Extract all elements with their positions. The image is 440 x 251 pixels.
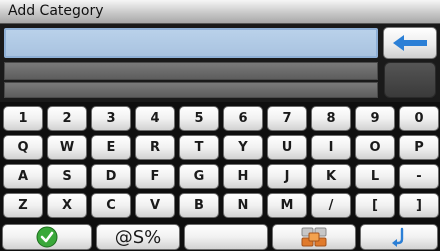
- key-label: [: [372, 198, 378, 213]
- keyboard: @S% 1 2 3 4 5 6 7 8 9 0 Q W E R T Y U I O P A S D F G H J K L - Z X C V B N…: [0, 102, 440, 251]
- key-label: F: [150, 169, 160, 184]
- key-label: S: [62, 169, 72, 184]
- key-row3[interactable]: S: [47, 164, 87, 189]
- key-label: C: [106, 198, 116, 213]
- key-label: B: [194, 198, 204, 213]
- key-label: 8: [326, 111, 336, 126]
- layout-key[interactable]: [272, 224, 356, 250]
- key-row1[interactable]: 2: [47, 106, 87, 131]
- key-label: R: [149, 140, 160, 155]
- checkmark-icon: [36, 226, 58, 248]
- key-label: V: [149, 198, 161, 213]
- key-row1[interactable]: 7: [267, 106, 307, 131]
- arrow-left-icon: [393, 35, 427, 51]
- return-key[interactable]: [360, 224, 438, 250]
- key-row3[interactable]: K: [311, 164, 351, 189]
- key-row3[interactable]: D: [91, 164, 131, 189]
- keyboard-layout-icon: [301, 227, 327, 247]
- title-bar: Add Category: [0, 0, 440, 24]
- key-row4[interactable]: C: [91, 193, 131, 218]
- key-row4[interactable]: X: [47, 193, 87, 218]
- key-row2[interactable]: Y: [223, 135, 263, 160]
- key-row4[interactable]: V: [135, 193, 175, 218]
- key-label: A: [17, 169, 29, 184]
- key-row2[interactable]: E: [91, 135, 131, 160]
- key-label: I: [328, 140, 334, 155]
- key-label: 3: [106, 111, 116, 126]
- key-label: E: [106, 140, 116, 155]
- key-row4[interactable]: /: [311, 193, 351, 218]
- key-row2[interactable]: P: [399, 135, 439, 160]
- key-label: Y: [238, 140, 248, 155]
- key-row4[interactable]: Z: [3, 193, 43, 218]
- key-label: D: [105, 169, 117, 184]
- key-row3[interactable]: -: [399, 164, 439, 189]
- key-row1[interactable]: 5: [179, 106, 219, 131]
- key-row4[interactable]: ]: [399, 193, 439, 218]
- key-row1[interactable]: 9: [355, 106, 395, 131]
- category-name-input[interactable]: [4, 28, 378, 58]
- key-label: 6: [238, 111, 248, 126]
- key-label: Z: [18, 198, 28, 213]
- key-label: T: [194, 140, 204, 155]
- key-row4[interactable]: N: [223, 193, 263, 218]
- key-row4[interactable]: M: [267, 193, 307, 218]
- key-label: N: [237, 198, 249, 213]
- space-key[interactable]: [184, 224, 268, 250]
- key-label: J: [284, 169, 290, 184]
- key-label: P: [414, 140, 424, 155]
- key-label: W: [59, 140, 75, 155]
- key-label: 0: [414, 111, 424, 126]
- symbols-key-label: @S%: [114, 226, 162, 248]
- key-row1[interactable]: 8: [311, 106, 351, 131]
- key-row1[interactable]: 0: [399, 106, 439, 131]
- key-row2[interactable]: T: [179, 135, 219, 160]
- side-action-button[interactable]: [384, 62, 436, 98]
- key-row1[interactable]: 4: [135, 106, 175, 131]
- key-row2[interactable]: Q: [3, 135, 43, 160]
- key-label: G: [193, 169, 205, 184]
- key-row2[interactable]: O: [355, 135, 395, 160]
- key-label: /: [328, 198, 334, 213]
- key-label: 2: [62, 111, 72, 126]
- key-row1[interactable]: 6: [223, 106, 263, 131]
- key-row1[interactable]: 1: [3, 106, 43, 131]
- symbols-key[interactable]: @S%: [96, 224, 180, 250]
- key-label: 4: [150, 111, 160, 126]
- key-row2[interactable]: W: [47, 135, 87, 160]
- key-label: U: [281, 140, 293, 155]
- key-row3[interactable]: L: [355, 164, 395, 189]
- key-label: M: [280, 198, 294, 213]
- key-row1[interactable]: 3: [91, 106, 131, 131]
- key-row3[interactable]: F: [135, 164, 175, 189]
- confirm-button[interactable]: [2, 224, 92, 250]
- key-label: 7: [282, 111, 292, 126]
- backspace-button[interactable]: [383, 27, 437, 59]
- suggestion-row-1[interactable]: [4, 62, 378, 80]
- key-label: 5: [194, 111, 204, 126]
- key-label: K: [325, 169, 337, 184]
- key-label: 1: [18, 111, 28, 126]
- suggestion-row-2[interactable]: [4, 82, 378, 98]
- page-title: Add Category: [8, 3, 104, 19]
- key-row3[interactable]: A: [3, 164, 43, 189]
- key-row4[interactable]: B: [179, 193, 219, 218]
- key-label: X: [61, 198, 73, 213]
- key-label: -: [416, 169, 422, 184]
- key-row3[interactable]: G: [179, 164, 219, 189]
- key-label: O: [369, 140, 381, 155]
- key-label: H: [237, 169, 249, 184]
- key-row3[interactable]: H: [223, 164, 263, 189]
- key-label: Q: [17, 140, 29, 155]
- return-arrow-icon: [392, 227, 404, 247]
- key-label: L: [370, 169, 380, 184]
- key-label: ]: [416, 198, 422, 213]
- key-row4[interactable]: [: [355, 193, 395, 218]
- key-row3[interactable]: J: [267, 164, 307, 189]
- key-label: 9: [370, 111, 380, 126]
- key-row2[interactable]: R: [135, 135, 175, 160]
- key-row2[interactable]: I: [311, 135, 351, 160]
- key-row2[interactable]: U: [267, 135, 307, 160]
